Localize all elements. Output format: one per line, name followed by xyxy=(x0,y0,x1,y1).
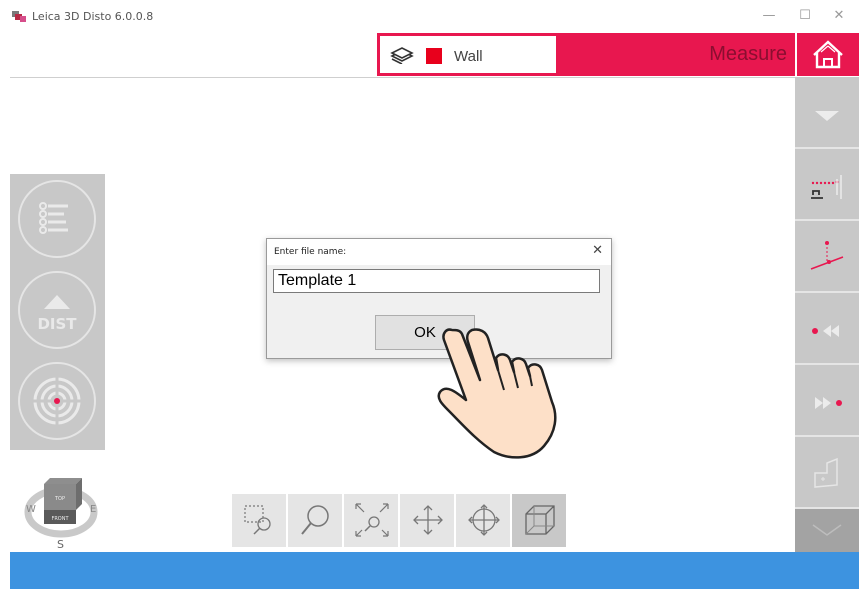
zoom-extents-icon xyxy=(355,503,389,537)
zoom-button[interactable] xyxy=(288,494,342,547)
3d-box-icon xyxy=(525,505,555,535)
home-icon xyxy=(813,40,843,69)
rewind-button[interactable] xyxy=(795,293,859,365)
orbit-button[interactable] xyxy=(456,494,510,547)
title-bar: Leica 3D Disto 6.0.0.8 — ☐ ✕ xyxy=(0,0,859,32)
collapse-button[interactable] xyxy=(795,77,859,149)
layers-icon xyxy=(390,47,414,64)
mode-bar: Measure xyxy=(559,33,795,76)
left-panel: DIST xyxy=(10,174,105,450)
toolbar-divider xyxy=(10,77,795,78)
zoom-extents-button[interactable] xyxy=(344,494,398,547)
mode-label: Measure xyxy=(709,43,787,65)
pointing-hand-icon xyxy=(437,328,557,459)
zoom-window-button[interactable] xyxy=(232,494,286,547)
app-title: Leica 3D Disto 6.0.0.8 xyxy=(32,10,154,23)
cube-top-label: TOP xyxy=(54,496,65,502)
scroll-down-button[interactable] xyxy=(795,509,859,552)
fast-forward-icon xyxy=(815,397,842,409)
close-button[interactable]: ✕ xyxy=(824,6,854,26)
zoom-window-icon xyxy=(244,505,271,535)
pan-icon xyxy=(413,505,443,535)
dist-button[interactable]: DIST xyxy=(18,271,96,349)
rewind-icon xyxy=(812,325,839,337)
app-icon xyxy=(12,11,26,22)
compass-south-label: S xyxy=(57,538,64,550)
fast-forward-button[interactable] xyxy=(795,365,859,437)
floor-plan-button[interactable] xyxy=(795,437,859,509)
dist-icon xyxy=(44,295,70,309)
file-name-input[interactable] xyxy=(273,269,600,293)
layer-color-swatch xyxy=(426,48,442,64)
orbit-icon xyxy=(468,504,500,536)
target-icon xyxy=(30,374,84,428)
dialog-close-button[interactable]: ✕ xyxy=(592,243,603,258)
view-cube-icon: TOP FRONT W E S xyxy=(24,478,98,551)
cube-front-label: FRONT xyxy=(51,516,69,522)
pan-button[interactable] xyxy=(400,494,454,547)
dist-label: DIST xyxy=(37,315,77,333)
dialog-titlebar: Enter file name: ✕ xyxy=(267,239,611,265)
right-panel xyxy=(795,77,859,552)
target-button[interactable] xyxy=(18,362,96,440)
maximize-button[interactable]: ☐ xyxy=(790,6,820,26)
3d-box-button[interactable] xyxy=(512,494,566,547)
floor-plan-icon xyxy=(814,457,838,488)
home-button[interactable] xyxy=(797,33,859,76)
chevron-down-outline-icon xyxy=(812,524,842,536)
minimize-button[interactable]: — xyxy=(754,6,784,26)
list-button[interactable] xyxy=(18,180,96,258)
line-measure-icon xyxy=(810,241,844,270)
dialog-title: Enter file name: xyxy=(274,247,347,257)
layer-name: Wall xyxy=(454,48,483,65)
height-tracer-button[interactable] xyxy=(795,149,859,221)
list-icon xyxy=(39,202,68,234)
chevron-down-icon xyxy=(815,111,839,121)
compass-west-label: W xyxy=(26,504,36,515)
line-measure-button[interactable] xyxy=(795,221,859,293)
zoom-icon xyxy=(301,505,329,535)
view-cube[interactable]: TOP FRONT W E S xyxy=(20,470,102,551)
height-tracer-icon xyxy=(811,175,842,199)
compass-east-label: E xyxy=(90,504,96,515)
status-bar xyxy=(10,552,859,589)
layer-selector[interactable]: Wall xyxy=(377,33,559,76)
